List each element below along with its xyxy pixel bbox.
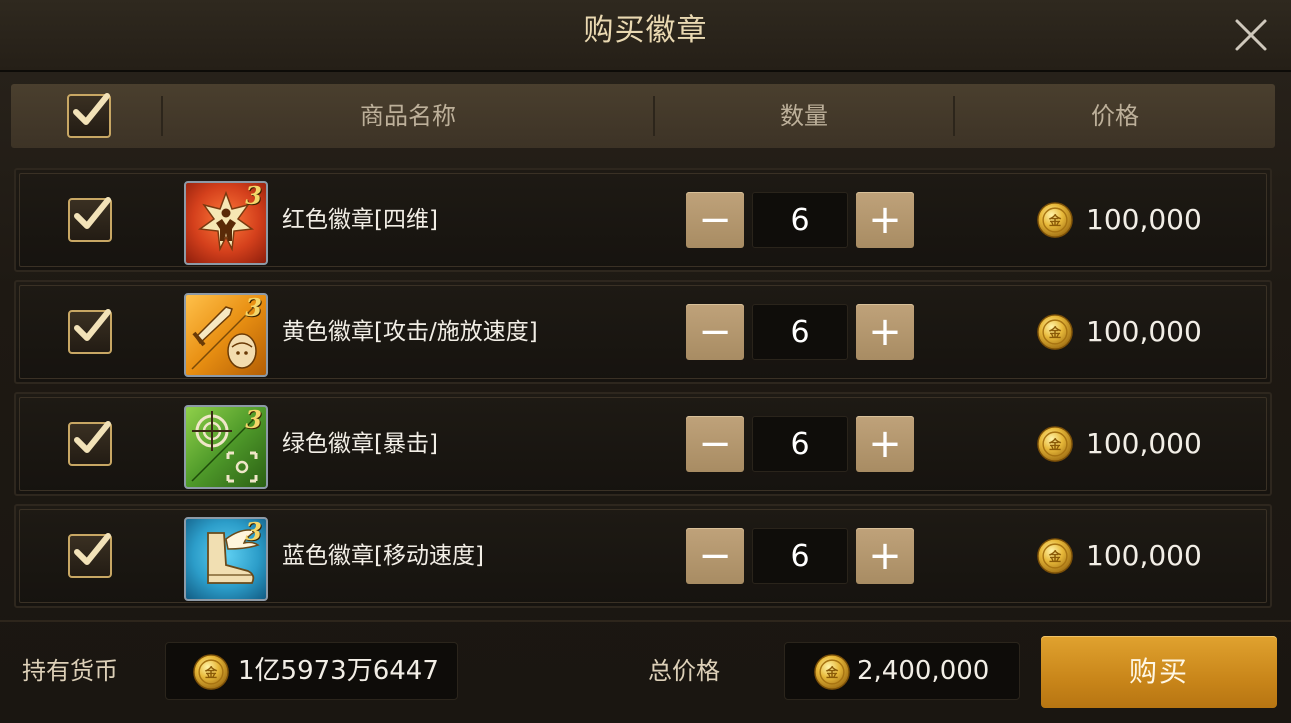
quantity-input[interactable]: 6: [752, 304, 848, 360]
row-checkbox[interactable]: [68, 422, 112, 466]
increase-quantity-button[interactable]: +: [856, 304, 914, 360]
checkmark-icon: [68, 304, 116, 352]
item-price: 100,000: [1086, 315, 1202, 348]
decrease-quantity-button[interactable]: −: [686, 304, 744, 360]
item-list[interactable]: 3 红色徽章[四维] − 6 + 100,000 3 黄色徽章[攻击/施放速度]…: [14, 168, 1272, 608]
total-price-value: 2,400,000: [857, 656, 990, 686]
quantity-input[interactable]: 6: [752, 528, 848, 584]
title-bar: 购买徽章: [0, 0, 1291, 72]
checkmark-icon: [67, 88, 115, 136]
gold-coin-icon: [1036, 537, 1074, 575]
item-price: 100,000: [1086, 203, 1202, 236]
table-row: 3 黄色徽章[攻击/施放速度] − 6 + 100,000: [14, 280, 1272, 384]
total-price-label: 总价格: [648, 657, 720, 685]
dialog-title: 购买徽章: [583, 13, 708, 48]
badge-level: 3: [245, 405, 262, 434]
increase-quantity-button[interactable]: +: [856, 528, 914, 584]
checkmark-icon: [68, 416, 116, 464]
footer-divider: [0, 620, 1291, 622]
badge-level: 3: [245, 293, 262, 322]
select-all-checkbox[interactable]: [67, 94, 111, 138]
close-icon: [1235, 19, 1267, 51]
increase-quantity-button[interactable]: +: [856, 416, 914, 472]
column-header-quantity: 数量: [780, 102, 828, 130]
badge-level: 3: [245, 181, 262, 210]
gold-coin-icon: [1036, 313, 1074, 351]
item-price: 100,000: [1086, 539, 1202, 572]
buy-button[interactable]: 购买: [1041, 636, 1277, 708]
checkmark-icon: [68, 192, 116, 240]
item-name: 蓝色徽章[移动速度]: [282, 543, 484, 569]
gold-coin-icon: [813, 653, 851, 691]
green-badge-icon: 3: [184, 405, 268, 489]
red-badge-icon: 3: [184, 181, 268, 265]
increase-quantity-button[interactable]: +: [856, 192, 914, 248]
table-header: 商品名称 数量 价格: [11, 84, 1275, 148]
purchase-badge-dialog: 购买徽章 商品名称 数量 价格 3 红色徽章[四维] − 6 + 100,000…: [0, 0, 1291, 723]
column-header-price: 价格: [1091, 102, 1139, 130]
held-currency-label: 持有货币: [22, 657, 118, 685]
column-header-name: 商品名称: [360, 102, 456, 130]
checkmark-icon: [68, 528, 116, 576]
gold-coin-icon: [192, 653, 230, 691]
badge-level: 3: [245, 517, 262, 546]
item-name: 黄色徽章[攻击/施放速度]: [282, 319, 538, 345]
item-price: 100,000: [1086, 427, 1202, 460]
table-row: 3 红色徽章[四维] − 6 + 100,000: [14, 168, 1272, 272]
total-price-display: 2,400,000: [784, 642, 1020, 700]
decrease-quantity-button[interactable]: −: [686, 528, 744, 584]
decrease-quantity-button[interactable]: −: [686, 416, 744, 472]
gold-coin-icon: [1036, 201, 1074, 239]
quantity-input[interactable]: 6: [752, 192, 848, 248]
row-checkbox[interactable]: [68, 310, 112, 354]
gold-coin-icon: [1036, 425, 1074, 463]
blue-badge-icon: 3: [184, 517, 268, 601]
item-name: 绿色徽章[暴击]: [282, 431, 438, 457]
yellow-badge-icon: 3: [184, 293, 268, 377]
held-currency-value: 1亿5973万6447: [238, 656, 439, 686]
item-name: 红色徽章[四维]: [282, 207, 438, 233]
table-row: 3 绿色徽章[暴击] − 6 + 100,000: [14, 392, 1272, 496]
close-button[interactable]: [1228, 12, 1274, 58]
quantity-input[interactable]: 6: [752, 416, 848, 472]
row-checkbox[interactable]: [68, 198, 112, 242]
held-currency-display: 1亿5973万6447: [165, 642, 458, 700]
row-checkbox[interactable]: [68, 534, 112, 578]
table-row: 3 蓝色徽章[移动速度] − 6 + 100,000: [14, 504, 1272, 608]
decrease-quantity-button[interactable]: −: [686, 192, 744, 248]
